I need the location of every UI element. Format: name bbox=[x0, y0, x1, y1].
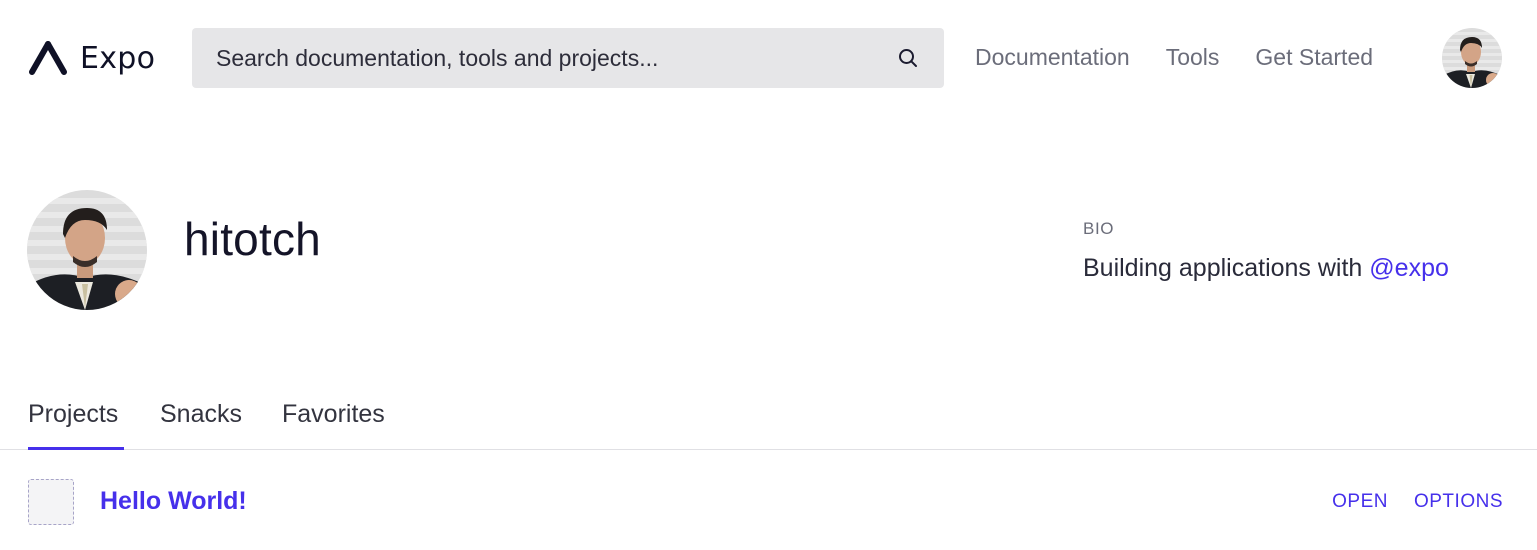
project-name-link[interactable]: Hello World! bbox=[100, 487, 247, 516]
expo-logo-link[interactable]: Expo bbox=[28, 38, 155, 78]
nav-tools[interactable]: Tools bbox=[1166, 44, 1220, 71]
profile-username: hitotch bbox=[184, 213, 321, 265]
project-actions: OPEN OPTIONS bbox=[1332, 491, 1503, 513]
open-button[interactable]: OPEN bbox=[1332, 491, 1388, 513]
project-row[interactable]: Hello World! OPEN OPTIONS bbox=[0, 451, 1537, 550]
nav-documentation[interactable]: Documentation bbox=[975, 44, 1130, 71]
search-bar[interactable] bbox=[192, 28, 944, 88]
expo-logo-icon bbox=[29, 41, 67, 75]
profile-avatar bbox=[27, 190, 147, 310]
logo-text: Expo bbox=[80, 40, 156, 76]
avatar bbox=[1442, 28, 1502, 88]
top-nav: Documentation Tools Get Started bbox=[975, 40, 1373, 74]
project-placeholder-icon bbox=[28, 479, 74, 525]
nav-get-started[interactable]: Get Started bbox=[1255, 44, 1373, 71]
bio-text: Building applications with @expo bbox=[1083, 254, 1449, 283]
tab-projects[interactable]: Projects bbox=[28, 400, 124, 450]
bio-label: BIO bbox=[1083, 219, 1115, 238]
tab-snacks[interactable]: Snacks bbox=[160, 400, 242, 450]
avatar bbox=[27, 190, 147, 310]
options-button[interactable]: OPTIONS bbox=[1414, 491, 1503, 513]
user-menu-avatar[interactable] bbox=[1442, 28, 1502, 88]
search-icon[interactable] bbox=[896, 46, 920, 70]
bio-text-body: Building applications with bbox=[1083, 254, 1370, 282]
bio-expo-link[interactable]: @expo bbox=[1369, 254, 1449, 282]
profile-tabs: Projects Snacks Favorites bbox=[0, 388, 1537, 450]
search-input[interactable] bbox=[216, 44, 896, 72]
top-header: Expo Documentation Tools Get Started bbox=[0, 0, 1537, 116]
tab-favorites[interactable]: Favorites bbox=[282, 400, 385, 450]
